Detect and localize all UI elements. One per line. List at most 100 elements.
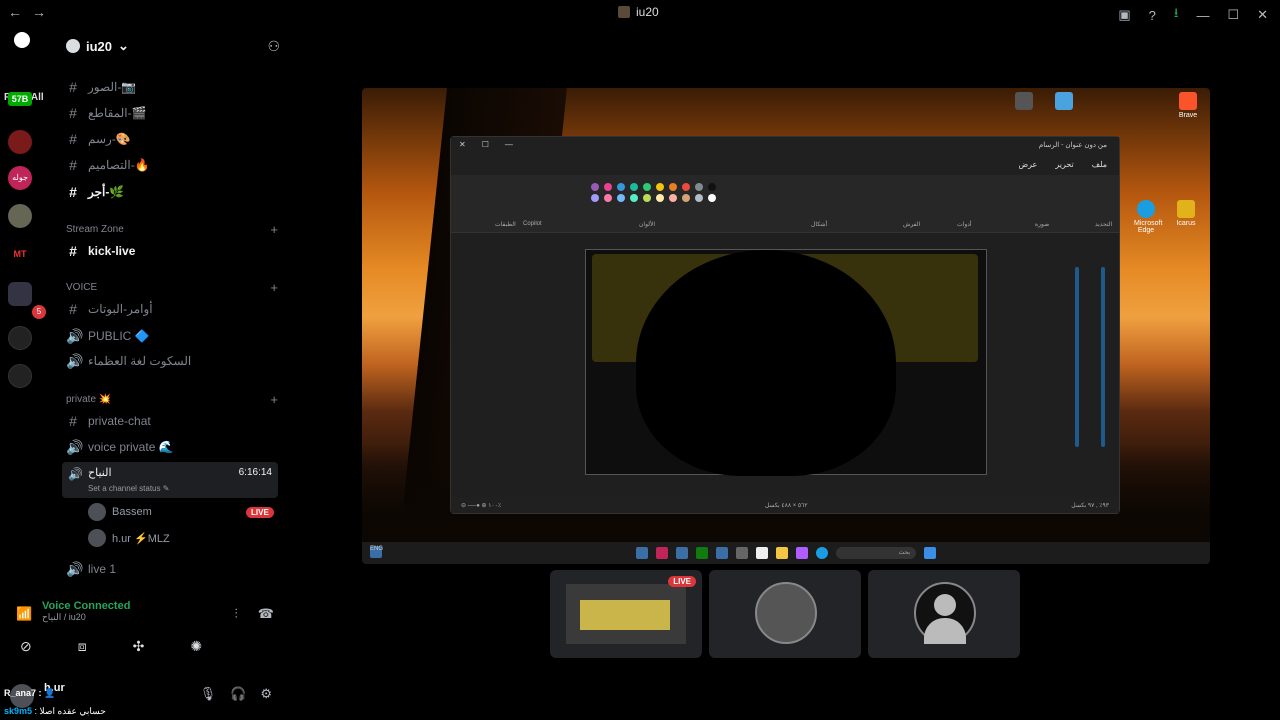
back-button[interactable]: ←	[8, 4, 22, 20]
taskbar-app-icon[interactable]	[636, 547, 648, 559]
headphones-icon[interactable]: 🎧	[230, 686, 246, 702]
signal-icon[interactable]: 📶	[16, 606, 32, 622]
participant-tile-stream[interactable]: LIVE	[550, 570, 702, 658]
color-swatch[interactable]	[630, 194, 638, 202]
opacity-slider[interactable]	[1101, 267, 1105, 447]
icarus-icon[interactable]: Icarus	[1174, 200, 1198, 227]
plus-icon[interactable]: +	[270, 280, 278, 295]
brave-icon[interactable]: Brave	[1176, 92, 1200, 119]
voice-channel-item[interactable]: 🔊 السكوت لغة العظماء	[66, 350, 276, 372]
color-swatch[interactable]	[591, 194, 599, 202]
camera-off-icon[interactable]: ⊘	[20, 638, 32, 655]
close-icon[interactable]: ✕	[1257, 7, 1268, 23]
menu-view[interactable]: عرض	[1018, 160, 1037, 169]
color-swatch[interactable]	[656, 183, 664, 191]
category-voice[interactable]: VOICE +	[66, 280, 278, 295]
channel-item[interactable]: # الصور-📷	[66, 76, 276, 98]
color-swatch[interactable]	[669, 194, 677, 202]
category-stream-zone[interactable]: Stream Zone +	[66, 222, 278, 237]
color-swatch[interactable]	[682, 183, 690, 191]
channel-item[interactable]: # أوامر-البوتات	[66, 298, 276, 320]
server-57b[interactable]: 57B	[8, 92, 32, 106]
channel-item[interactable]: # أجر-🌿	[66, 181, 276, 203]
color-swatch[interactable]	[604, 194, 612, 202]
add-server-icon[interactable]	[8, 326, 32, 350]
voice-channel-item[interactable]: 🔊 live 1	[66, 558, 276, 580]
paint-window[interactable]: من دون عنوان - الرسام ✕ ☐ — عرض تحرير مل…	[450, 136, 1120, 514]
color-swatch[interactable]	[617, 194, 625, 202]
menu-edit[interactable]: تحرير	[1055, 160, 1073, 169]
taskbar-app-icon[interactable]	[756, 547, 768, 559]
server-2-icon[interactable]	[8, 130, 32, 154]
disconnect-icon[interactable]: ☎	[258, 606, 274, 622]
discover-icon[interactable]	[8, 364, 32, 388]
close-icon[interactable]: ✕	[459, 140, 466, 149]
color-swatch[interactable]	[682, 194, 690, 202]
channel-item[interactable]: # المقاطع-🎬	[66, 102, 276, 124]
recycle-bin-icon[interactable]	[1052, 92, 1076, 112]
screen-share-view[interactable]: Brave Microsoft Edge Icarus من دون عنوان…	[362, 88, 1210, 564]
minimize-icon[interactable]: —	[505, 140, 513, 149]
forward-button[interactable]: →	[32, 4, 46, 20]
channel-status[interactable]: Set a channel status ✎	[88, 484, 169, 493]
color-swatch[interactable]	[656, 194, 664, 202]
taskbar-app-icon[interactable]	[716, 547, 728, 559]
color-swatch[interactable]	[617, 183, 625, 191]
active-voice-channel[interactable]: 🔊 النياح 6:16:14 Set a channel status ✎	[62, 462, 278, 498]
channel-item[interactable]: # private-chat	[66, 410, 276, 432]
size-slider[interactable]	[1075, 267, 1079, 447]
color-swatch[interactable]	[643, 194, 651, 202]
voice-channel-item[interactable]: 🔊 PUBLIC 🔷	[66, 325, 276, 347]
color-swatch[interactable]	[669, 183, 677, 191]
channel-kick-live[interactable]: # kick-live	[66, 240, 276, 262]
color-swatch[interactable]	[695, 183, 703, 191]
home-icon[interactable]	[14, 32, 30, 48]
taskbar-app-icon[interactable]	[656, 547, 668, 559]
windows-start-icon[interactable]	[924, 547, 936, 559]
participant-tile[interactable]	[868, 570, 1020, 658]
channel-item[interactable]: # التصاميم-🔥	[66, 154, 276, 176]
color-swatch[interactable]	[695, 194, 703, 202]
add-member-icon[interactable]: ⚇	[267, 38, 280, 55]
server-header[interactable]: iu20 ⌄	[66, 38, 129, 54]
maximize-icon[interactable]: ☐	[1227, 7, 1239, 23]
menu-file[interactable]: ملف	[1092, 160, 1107, 169]
category-private[interactable]: private 💥 +	[66, 392, 278, 407]
settings-gear-icon[interactable]: ⚙	[260, 686, 272, 702]
server-mt[interactable]: MT	[8, 242, 32, 266]
color-swatch[interactable]	[708, 183, 716, 191]
color-swatch[interactable]	[591, 183, 599, 191]
download-icon[interactable]: ⭳	[1174, 4, 1179, 26]
mail-icon[interactable]	[676, 547, 688, 559]
server-folder-icon[interactable]	[8, 282, 32, 306]
help-icon[interactable]: ?	[1149, 8, 1156, 23]
desktop-icon[interactable]	[1012, 92, 1036, 112]
participant-tile[interactable]	[709, 570, 861, 658]
language-indicator[interactable]: ENG	[370, 546, 383, 558]
zoom-control[interactable]: ⊖ ──● ⊕ ١٠٠٪	[461, 502, 501, 509]
screen-share-icon[interactable]: ⧈	[78, 638, 87, 655]
xbox-icon[interactable]	[696, 547, 708, 559]
voice-location[interactable]: النياح / iu20	[42, 612, 130, 623]
folder-icon[interactable]	[776, 547, 788, 559]
server-4-icon[interactable]	[8, 204, 32, 228]
voice-channel-item[interactable]: 🔊 voice private 🌊	[66, 436, 276, 458]
color-swatch[interactable]	[643, 183, 651, 191]
soundboard-icon[interactable]: ✺	[190, 638, 202, 655]
copilot-icon[interactable]	[796, 547, 808, 559]
channel-item[interactable]: # رسم-🎨	[66, 128, 276, 150]
voice-member[interactable]: Bassem	[88, 502, 152, 522]
inbox-icon[interactable]: ▣	[1118, 7, 1130, 23]
server-jawla[interactable]: جوله	[8, 166, 32, 190]
taskbar-search[interactable]: بحث	[836, 547, 916, 559]
color-swatch[interactable]	[604, 183, 612, 191]
taskbar-app-icon[interactable]	[736, 547, 748, 559]
maximize-icon[interactable]: ☐	[482, 140, 489, 149]
edge-icon[interactable]: Microsoft Edge	[1134, 200, 1162, 234]
edge-icon[interactable]	[816, 547, 828, 559]
noise-suppression-icon[interactable]: ⫶	[235, 606, 238, 622]
color-swatch[interactable]	[630, 183, 638, 191]
plus-icon[interactable]: +	[270, 392, 278, 407]
minimize-icon[interactable]: —	[1196, 8, 1209, 23]
voice-member[interactable]: h.ur ⚡MLZ	[88, 528, 170, 548]
